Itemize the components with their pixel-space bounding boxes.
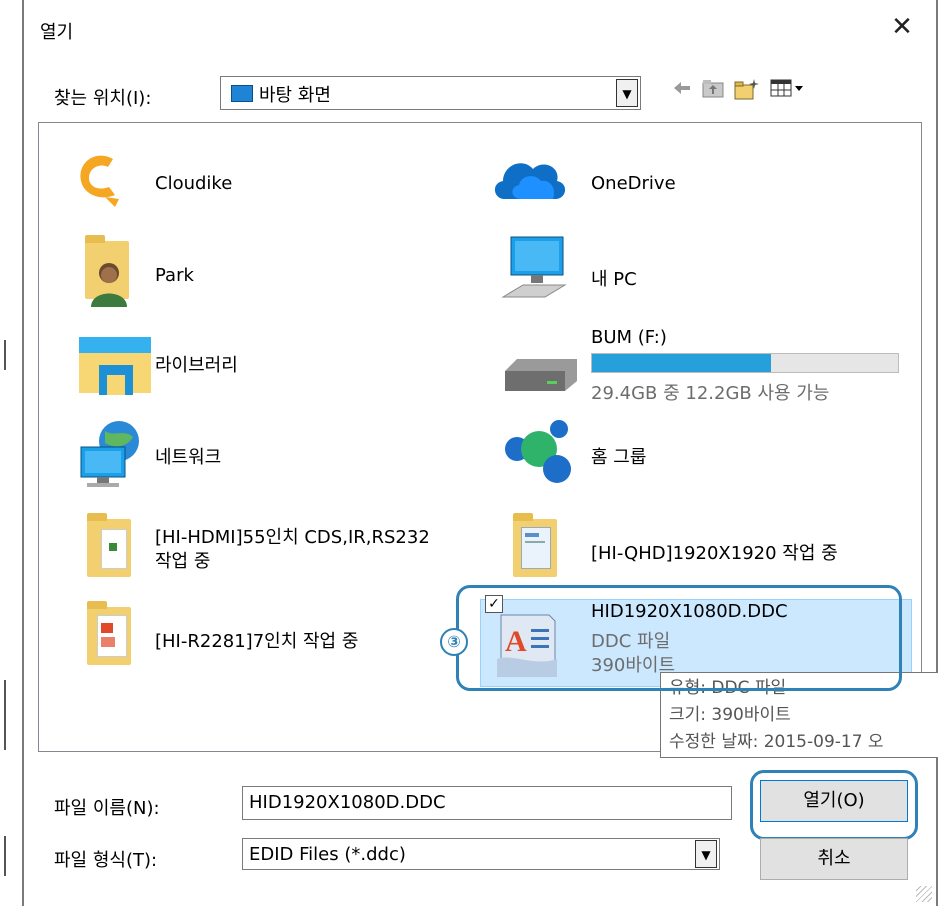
item-label: Cloudike bbox=[155, 173, 233, 194]
item-label: 내 PC bbox=[591, 269, 637, 290]
library-icon bbox=[77, 335, 157, 403]
open-button[interactable]: 열기(O) bbox=[760, 780, 908, 822]
computer-icon bbox=[499, 235, 569, 311]
item-label-line2: 작업 중 bbox=[155, 551, 211, 572]
item-label: 홈 그룹 bbox=[591, 447, 647, 468]
look-in-label: 찾는 위치(I): bbox=[54, 88, 152, 109]
item-label: 네트워크 bbox=[155, 447, 222, 468]
edge-mark bbox=[4, 340, 6, 370]
background-edge bbox=[0, 0, 22, 906]
new-folder-icon[interactable] bbox=[734, 78, 760, 105]
desktop-icon bbox=[231, 85, 253, 102]
drive-free-space: 29.4GB 중 12.2GB 사용 가능 bbox=[591, 383, 830, 404]
file-name-label: 파일 이름(N): bbox=[54, 798, 160, 819]
look-in-value: 바탕 화면 bbox=[259, 85, 331, 106]
tooltip-size: 크기: 390바이트 bbox=[669, 705, 791, 725]
file-type-dropdown[interactable]: EDID Files (*.ddc) ▼ bbox=[242, 838, 720, 870]
step-number-badge: ③ bbox=[440, 628, 468, 656]
folder-up-icon[interactable] bbox=[702, 78, 724, 103]
edge-mark bbox=[4, 680, 6, 750]
close-button[interactable]: ✕ bbox=[886, 12, 918, 42]
cloudike-icon bbox=[75, 149, 121, 213]
item-label: 라이브러리 bbox=[155, 355, 238, 376]
item-label: [HI-R2281]7인치 작업 중 bbox=[155, 631, 359, 652]
file-type-value: EDID Files (*.ddc) bbox=[249, 844, 406, 865]
highlight-selected-file bbox=[456, 585, 902, 691]
resize-grip[interactable] bbox=[916, 886, 932, 902]
chevron-down-icon[interactable]: ▼ bbox=[616, 79, 638, 107]
title-bar: 열기 ✕ bbox=[24, 0, 936, 62]
tooltip-modified: 수정한 날짜: 2015-09-17 오 bbox=[669, 732, 884, 752]
item-label: Park bbox=[155, 265, 194, 286]
file-name-input[interactable]: HID1920X1080D.DDC bbox=[242, 786, 732, 820]
open-dialog: 열기 ✕ 찾는 위치(I): 바탕 화면 ▼ Cloudike OneDrive bbox=[22, 0, 938, 906]
item-label: [HI-HDMI]55인치 CDS,IR,RS232 bbox=[155, 527, 430, 548]
cancel-button[interactable]: 취소 bbox=[760, 838, 908, 880]
edge-mark bbox=[4, 836, 6, 876]
drive-usage-bar bbox=[591, 353, 899, 373]
drive-usage-fill bbox=[592, 354, 771, 372]
item-label: BUM (F:) bbox=[591, 327, 667, 348]
network-icon bbox=[75, 419, 145, 497]
item-label: OneDrive bbox=[591, 173, 676, 194]
homegroup-icon bbox=[501, 419, 581, 493]
chevron-down-icon[interactable]: ▼ bbox=[695, 840, 717, 868]
arrow-left-icon[interactable] bbox=[672, 78, 692, 103]
onedrive-icon bbox=[491, 153, 569, 207]
file-type-label: 파일 형식(T): bbox=[54, 850, 158, 871]
item-label: [HI-QHD]1920X1920 작업 중 bbox=[591, 543, 838, 564]
dialog-title: 열기 bbox=[40, 22, 74, 43]
look-in-dropdown[interactable]: 바탕 화면 ▼ bbox=[220, 76, 641, 110]
drive-icon bbox=[503, 357, 579, 397]
view-menu-icon[interactable] bbox=[770, 78, 806, 103]
